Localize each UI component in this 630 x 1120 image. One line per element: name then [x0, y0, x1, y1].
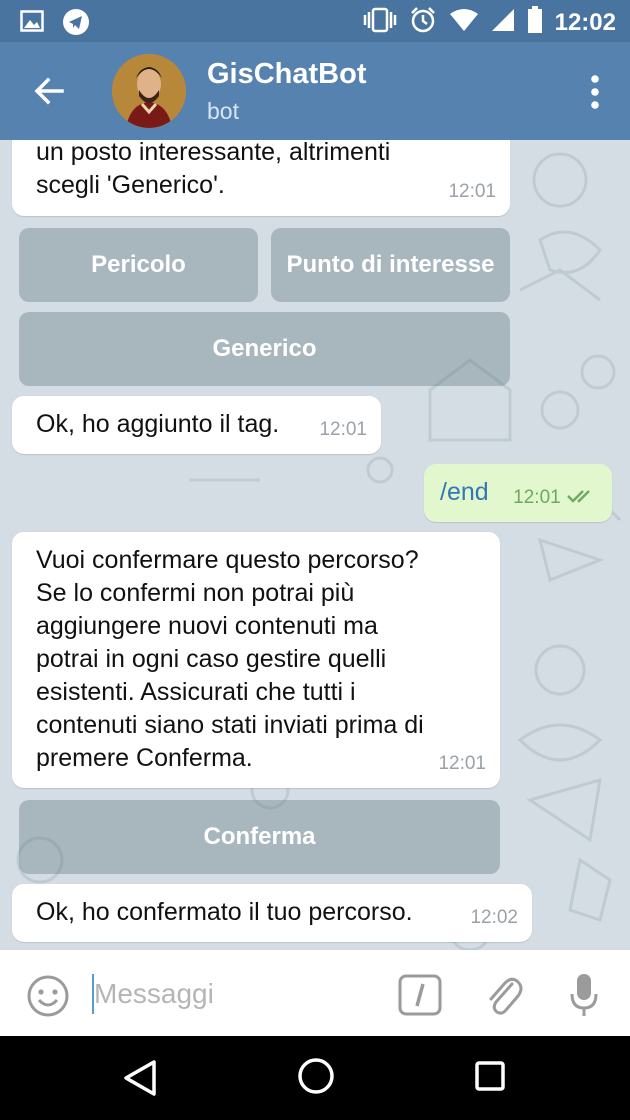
square-recents-icon: [475, 1061, 505, 1091]
message-bubble-incoming[interactable]: un posto interessante, altrimenti scegli…: [12, 140, 510, 216]
attach-button[interactable]: [484, 972, 524, 1018]
nav-home-button[interactable]: [296, 1056, 336, 1096]
paperclip-icon: [489, 977, 523, 1015]
message-list[interactable]: un posto interessante, altrimenti scegli…: [0, 140, 630, 950]
message-composer: [0, 950, 630, 1036]
system-navigation-bar: [0, 1036, 630, 1120]
vibrate-icon: [363, 7, 397, 38]
slash-command-icon: [398, 974, 442, 1016]
message-bubble-outgoing[interactable]: /end 12:01: [424, 464, 612, 522]
chat-subtitle: bot: [207, 98, 239, 124]
chat-title[interactable]: GisChatBot: [207, 58, 367, 91]
battery-icon: [527, 6, 543, 39]
microphone-icon: [570, 974, 598, 1016]
alarm-icon: [409, 6, 437, 39]
reply-button-conferma[interactable]: Conferma: [19, 800, 500, 874]
message-bubble-incoming[interactable]: Ok, ho aggiunto il tag. 12:01: [12, 396, 381, 454]
reply-button-punto-di-interesse[interactable]: Punto di interesse: [271, 228, 510, 302]
voice-message-button[interactable]: [570, 972, 598, 1020]
message-time: 12:01: [319, 419, 367, 440]
more-options-button[interactable]: [588, 72, 602, 112]
more-vertical-icon: [591, 75, 599, 109]
nav-back-button[interactable]: [122, 1058, 158, 1098]
triangle-back-icon: [124, 1060, 156, 1096]
back-button[interactable]: [28, 70, 70, 112]
double-check-icon: [567, 490, 590, 503]
message-time: 12:01: [513, 481, 596, 514]
message-text: Vuoi confermare questo percorso? Se lo c…: [36, 546, 424, 772]
status-bar: 12:02: [0, 0, 630, 42]
image-icon: [20, 8, 44, 41]
message-time: 12:02: [470, 907, 518, 928]
bot-commands-button[interactable]: [398, 974, 442, 1016]
emoji-icon: [27, 975, 69, 1017]
arrow-left-icon: [34, 77, 64, 105]
clock-time: 12:02: [554, 8, 616, 36]
chat-header: GisChatBot bot: [0, 42, 630, 140]
reply-button-pericolo[interactable]: Pericolo: [19, 228, 258, 302]
message-text: Ok, ho confermato il tuo percorso.: [36, 898, 413, 926]
message-text: un posto interessante, altrimenti scegli…: [36, 140, 391, 199]
wifi-icon: [449, 8, 479, 37]
circle-home-icon: [298, 1058, 334, 1094]
message-bubble-incoming[interactable]: Vuoi confermare questo percorso? Se lo c…: [12, 532, 500, 788]
message-input[interactable]: [94, 970, 384, 1018]
emoji-button[interactable]: [26, 974, 70, 1018]
signal-icon: [491, 8, 515, 37]
telegram-icon: [62, 8, 90, 41]
nav-recents-button[interactable]: [474, 1060, 506, 1092]
message-time: 12:01: [438, 753, 486, 774]
avatar[interactable]: [112, 54, 186, 128]
message-bubble-incoming[interactable]: Ok, ho confermato il tuo percorso. 12:02: [12, 884, 532, 942]
message-time: 12:01: [448, 181, 496, 202]
reply-button-generico[interactable]: Generico: [19, 312, 510, 386]
